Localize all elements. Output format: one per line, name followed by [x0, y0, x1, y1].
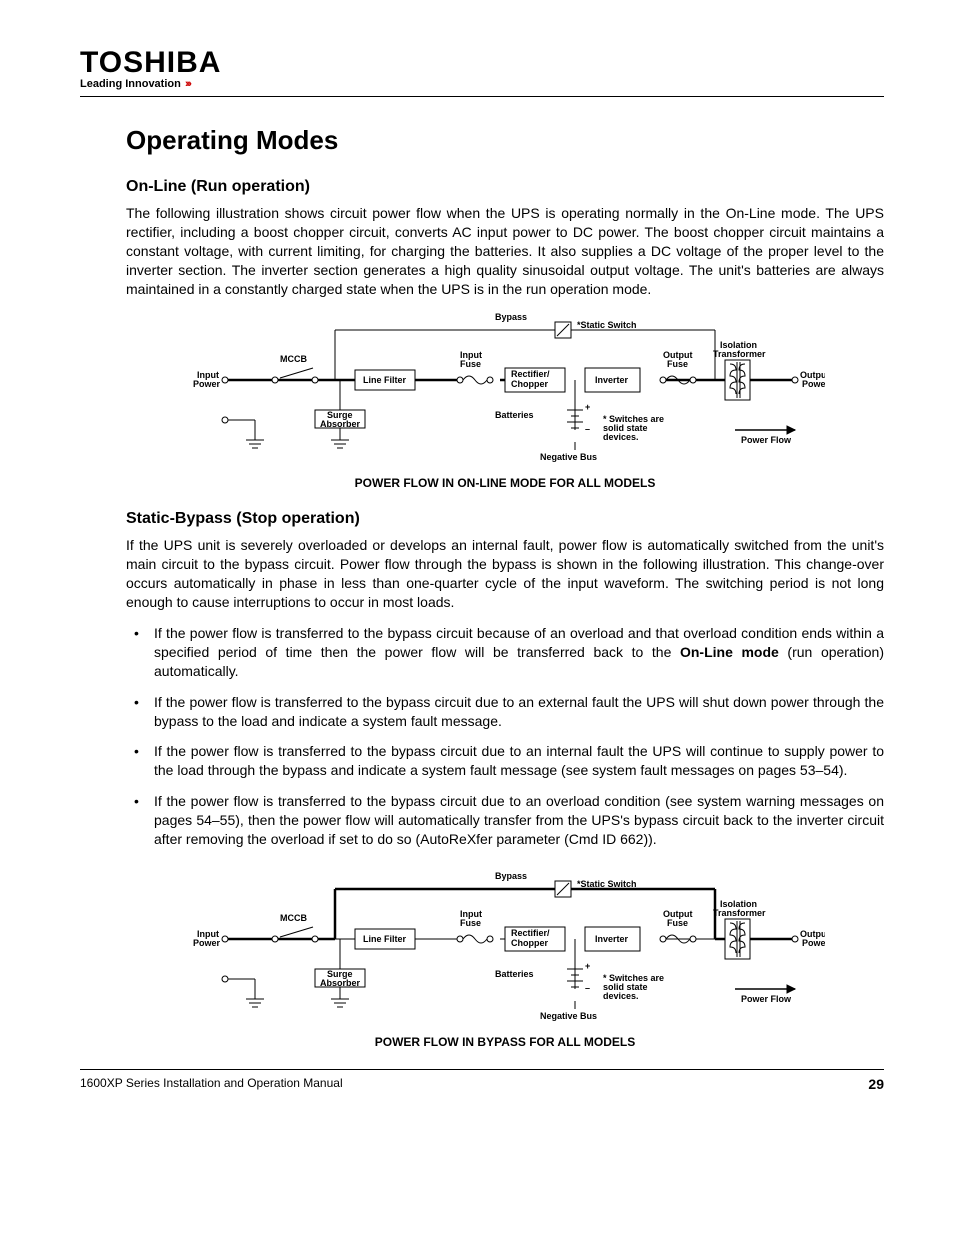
svg-text:OutputPower: OutputPower	[800, 370, 825, 389]
svg-text:+: +	[585, 402, 590, 412]
svg-text:Rectifier/Chopper: Rectifier/Chopper	[511, 369, 550, 389]
diagram1-caption: POWER FLOW IN ON-LINE MODE FOR ALL MODEL…	[126, 476, 884, 490]
svg-text:Power Flow: Power Flow	[741, 435, 792, 445]
chevron-icon: ›››	[184, 78, 190, 90]
diagram2-caption: POWER FLOW IN BYPASS FOR ALL MODELS	[126, 1035, 884, 1049]
section2-heading: Static-Bypass (Stop operation)	[126, 510, 884, 528]
svg-text:Batteries: Batteries	[495, 410, 534, 420]
svg-text:*Static Switch: *Static Switch	[577, 879, 637, 889]
svg-text:Batteries: Batteries	[495, 969, 534, 979]
svg-text:Rectifier/Chopper: Rectifier/Chopper	[511, 928, 550, 948]
page-number: 29	[868, 1076, 884, 1092]
bullet-4: If the power flow is transferred to the …	[154, 792, 884, 849]
svg-text:InputFuse: InputFuse	[460, 350, 482, 369]
svg-text:+: +	[585, 961, 590, 971]
svg-text:InputPower: InputPower	[193, 929, 221, 948]
svg-text:IsolationTransformer: IsolationTransformer	[713, 340, 766, 359]
page-title: Operating Modes	[126, 125, 884, 156]
diagram-bypass: Bypass *Static Switch IsolationTransform…	[126, 869, 884, 1029]
section1-heading: On-Line (Run operation)	[126, 178, 884, 196]
svg-text:–: –	[585, 983, 590, 993]
header-rule	[80, 96, 884, 97]
svg-text:Inverter: Inverter	[595, 934, 629, 944]
bullet-1: If the power flow is transferred to the …	[154, 624, 884, 681]
bullet-3: If the power flow is transferred to the …	[154, 742, 884, 780]
diagram-online: Bypass *Static Switch IsolationTransform…	[126, 310, 884, 470]
footer-manual-title: 1600XP Series Installation and Operation…	[80, 1076, 343, 1092]
svg-text:*Static Switch: *Static Switch	[577, 320, 637, 330]
section2-para: If the UPS unit is severely overloaded o…	[126, 536, 884, 612]
svg-text:MCCB: MCCB	[280, 913, 307, 923]
svg-text:MCCB: MCCB	[280, 354, 307, 364]
svg-text:Negative Bus: Negative Bus	[540, 1011, 597, 1021]
svg-text:Line Filter: Line Filter	[363, 934, 407, 944]
brand-header: TOSHIBA Leading Innovation ›››	[80, 46, 884, 90]
svg-text:Line Filter: Line Filter	[363, 375, 407, 385]
bullet-2: If the power flow is transferred to the …	[154, 693, 884, 731]
svg-text:* Switches aresolid statedevic: * Switches aresolid statedevices.	[603, 414, 664, 442]
svg-text:Bypass: Bypass	[495, 871, 527, 881]
svg-text:InputPower: InputPower	[193, 370, 221, 389]
svg-text:OutputFuse: OutputFuse	[663, 350, 693, 369]
svg-text:IsolationTransformer: IsolationTransformer	[713, 899, 766, 918]
svg-text:OutputFuse: OutputFuse	[663, 909, 693, 928]
svg-text:Power Flow: Power Flow	[741, 994, 792, 1004]
section1-para: The following illustration shows circuit…	[126, 204, 884, 298]
svg-text:* Switches aresolid statedevic: * Switches aresolid statedevices.	[603, 973, 664, 1001]
svg-text:–: –	[585, 424, 590, 434]
svg-text:Bypass: Bypass	[495, 312, 527, 322]
svg-text:Negative Bus: Negative Bus	[540, 452, 597, 462]
svg-text:InputFuse: InputFuse	[460, 909, 482, 928]
bullet-list: If the power flow is transferred to the …	[126, 624, 884, 849]
svg-text:OutputPower: OutputPower	[800, 929, 825, 948]
svg-text:Inverter: Inverter	[595, 375, 629, 385]
brand-name: TOSHIBA	[80, 46, 884, 80]
page-footer: 1600XP Series Installation and Operation…	[80, 1069, 884, 1092]
